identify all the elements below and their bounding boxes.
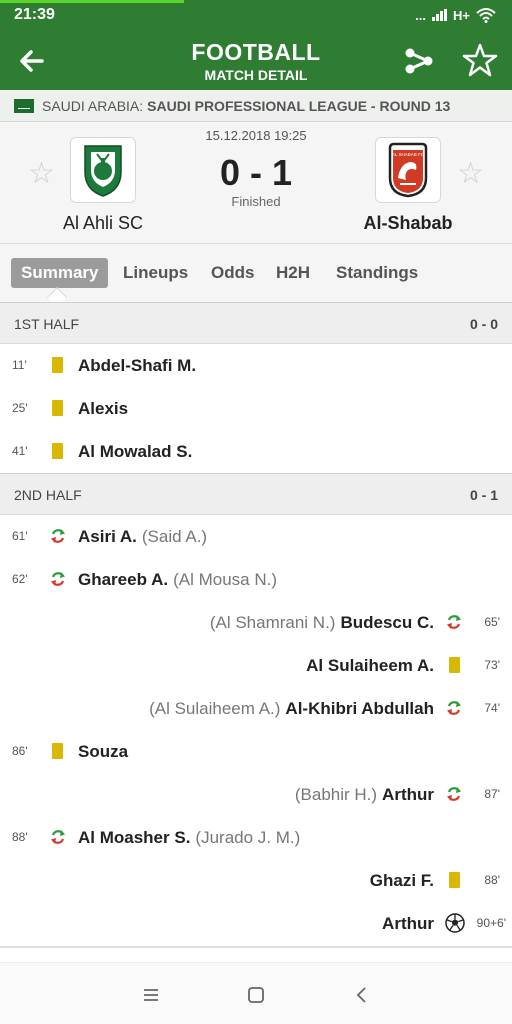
event-player[interactable]: Ghareeb A. xyxy=(78,570,168,589)
section-score: 0 - 0 xyxy=(469,316,498,332)
event-row[interactable]: 65' (Al Shamrani N.) Budescu C. xyxy=(0,601,512,644)
network-type: H+ xyxy=(453,7,470,23)
notification-dots: ... xyxy=(415,7,427,23)
signal-icon xyxy=(432,9,448,21)
event-player[interactable]: Souza xyxy=(78,742,128,761)
event-player[interactable]: Arthur xyxy=(382,914,434,933)
second-half-header: 2ND HALF 0 - 1 xyxy=(0,473,512,515)
league-name: SAUDI PROFESSIONAL LEAGUE - ROUND 13 xyxy=(147,97,451,114)
event-sub-player[interactable]: (Said A.) xyxy=(142,527,207,546)
event-minute: 88' xyxy=(484,873,500,887)
event-minute: 87' xyxy=(484,787,500,801)
event-minute: 73' xyxy=(484,658,500,672)
away-logo-text: AL SHABAB FC xyxy=(392,152,425,157)
section-title: 2ND HALF xyxy=(14,487,82,503)
league-bar[interactable]: SAUDI ARABIA: SAUDI PROFESSIONAL LEAGUE … xyxy=(0,90,512,122)
app-header: FOOTBALL MATCH DETAIL xyxy=(0,32,512,90)
yellow-card-icon xyxy=(52,400,63,416)
event-minute: 11' xyxy=(12,358,27,372)
event-player[interactable]: Al-Khibri Abdullah xyxy=(285,699,434,718)
home-icon[interactable] xyxy=(246,985,266,1005)
event-row[interactable]: 88' Al Moasher S. (Jurado J. M.) xyxy=(0,816,512,859)
section-score: 0 - 1 xyxy=(469,487,498,503)
event-row[interactable]: 87' (Babhir H.) Arthur xyxy=(0,773,512,816)
league-country: SAUDI ARABIA: xyxy=(42,97,144,114)
substitution-icon xyxy=(51,830,65,844)
event-minute: 90+6' xyxy=(476,916,506,930)
saudi-flag-icon xyxy=(14,98,34,113)
event-sub-player[interactable]: (Al Mousa N.) xyxy=(173,570,277,589)
event-row[interactable]: 61' Asiri A. (Said A.) xyxy=(0,515,512,558)
tab-odds[interactable]: Odds xyxy=(211,258,254,288)
substitution-icon xyxy=(51,572,65,586)
yellow-card-icon xyxy=(52,443,63,459)
event-sub-player[interactable]: (Babhir H.) xyxy=(295,785,377,804)
event-player[interactable]: Asiri A. xyxy=(78,527,137,546)
tab-lineups[interactable]: Lineups xyxy=(123,258,188,288)
match-header: ☆ Al Ahli SC 15.12.2018 19:25 0 - 1 Fini… xyxy=(0,122,512,244)
favorite-star-icon[interactable] xyxy=(462,42,498,78)
event-row[interactable]: 86' Souza xyxy=(0,730,512,773)
wifi-icon xyxy=(476,8,496,23)
event-minute: 62' xyxy=(12,572,28,586)
event-minute: 61' xyxy=(12,529,28,543)
event-player[interactable]: Abdel-Shafi M. xyxy=(78,356,196,375)
event-player[interactable]: Arthur xyxy=(382,785,434,804)
away-team-logo[interactable]: AL SHABAB FC xyxy=(375,137,441,203)
event-row[interactable]: 88' Ghazi F. xyxy=(0,859,512,902)
event-sub-player[interactable]: (Al Shamrani N.) xyxy=(210,613,336,632)
substitution-icon xyxy=(447,787,461,801)
event-player[interactable]: Al Mowalad S. xyxy=(78,442,192,461)
substitution-icon xyxy=(51,529,65,543)
loading-progress xyxy=(0,0,184,3)
away-favorite-star-icon[interactable]: ☆ xyxy=(457,156,484,191)
event-row[interactable]: 74' (Al Sulaiheem A.) Al-Khibri Abdullah xyxy=(0,687,512,730)
event-sub-player[interactable]: (Jurado J. M.) xyxy=(195,828,300,847)
home-team-name[interactable]: Al Ahli SC xyxy=(40,213,166,234)
event-row[interactable]: 73' Al Sulaiheem A. xyxy=(0,644,512,687)
substitution-icon xyxy=(447,615,461,629)
tab-summary[interactable]: Summary xyxy=(11,258,109,288)
section-title: 1ST HALF xyxy=(14,316,80,332)
event-player[interactable]: Budescu C. xyxy=(340,613,434,632)
yellow-card-icon xyxy=(52,743,63,759)
event-minute: 65' xyxy=(484,615,500,629)
event-row[interactable]: 62' Ghareeb A. (Al Mousa N.) xyxy=(0,558,512,601)
goal-ball-icon xyxy=(445,913,465,933)
back-nav-icon[interactable] xyxy=(352,985,372,1005)
status-time: 21:39 xyxy=(14,6,55,23)
status-icons: ... H+ xyxy=(415,7,496,23)
event-minute: 74' xyxy=(484,701,500,715)
al-shabab-crest-icon: AL SHABAB FC xyxy=(388,142,428,198)
detail-tabs: Summary Lineups Odds H2H Standings xyxy=(0,244,512,307)
menu-icon[interactable] xyxy=(141,985,161,1005)
tab-h2h[interactable]: H2H xyxy=(276,258,310,288)
event-player[interactable]: Al Moasher S. xyxy=(78,828,190,847)
event-minute: 25' xyxy=(12,401,28,415)
event-minute: 88' xyxy=(12,830,28,844)
list-end-divider xyxy=(0,946,512,948)
tab-standings[interactable]: Standings xyxy=(336,258,418,288)
event-row[interactable]: 41' Al Mowalad S. xyxy=(0,430,512,473)
first-half-header: 1ST HALF 0 - 0 xyxy=(0,302,512,344)
event-minute: 86' xyxy=(12,744,28,758)
away-team-name[interactable]: Al-Shabab xyxy=(345,213,471,234)
system-nav-bar xyxy=(0,962,512,1024)
event-player[interactable]: Alexis xyxy=(78,399,128,418)
event-row[interactable]: 90+6' Arthur xyxy=(0,902,512,945)
event-player[interactable]: Ghazi F. xyxy=(370,871,434,890)
event-sub-player[interactable]: (Al Sulaiheem A.) xyxy=(149,699,280,718)
event-row[interactable]: 25' Alexis xyxy=(0,387,512,430)
event-minute: 41' xyxy=(12,444,28,458)
status-bar: 21:39 ... H+ xyxy=(0,0,512,32)
yellow-card-icon xyxy=(449,872,460,888)
share-icon[interactable] xyxy=(402,44,436,78)
yellow-card-icon xyxy=(449,657,460,673)
event-player[interactable]: Al Sulaiheem A. xyxy=(306,656,434,675)
yellow-card-icon xyxy=(52,357,63,373)
event-row[interactable]: 11' Abdel-Shafi M. xyxy=(0,344,512,387)
substitution-icon xyxy=(447,701,461,715)
